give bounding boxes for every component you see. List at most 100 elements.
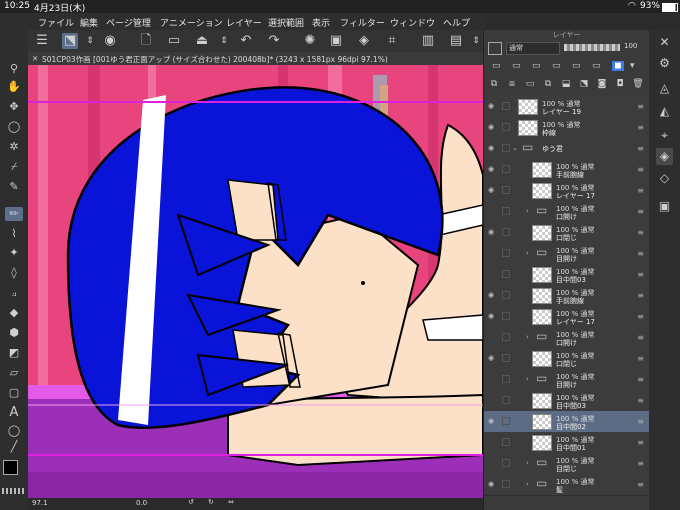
layer-color-icon[interactable] xyxy=(488,42,502,55)
layer-palette-icon[interactable]: ◈ xyxy=(656,148,673,165)
layer-menu-icon[interactable]: ≡ xyxy=(637,144,644,153)
layer-lock-checkbox[interactable] xyxy=(502,438,510,446)
eyedropper-icon[interactable]: ⌿ xyxy=(5,160,23,174)
ruler-tool-icon[interactable]: ╱ xyxy=(5,440,23,454)
layer-lock-checkbox[interactable] xyxy=(502,354,510,362)
layer-folder-row[interactable]: › ▭ 100 % 通常 目閉じ ≡ xyxy=(484,453,649,475)
layer-folder-row[interactable]: ◉ › ▭ 100 % 通常髪 ≡ xyxy=(484,474,649,496)
reference-icon[interactable]: ▭ xyxy=(512,61,521,71)
lasso-tool-icon[interactable]: ◯ xyxy=(5,120,23,134)
layer-row[interactable]: ◉ 100 % 通常 手前腕線 ≡ xyxy=(484,285,649,307)
sub-tool-icon[interactable]: ⌖ xyxy=(656,127,673,144)
layer-menu-icon[interactable]: ≡ xyxy=(637,396,644,405)
menu-window[interactable]: ウィンドウ xyxy=(390,16,435,29)
fill-icon[interactable]: ◈ xyxy=(356,33,372,49)
layer-lock-checkbox[interactable] xyxy=(502,102,510,110)
pen-tool-icon[interactable]: ✎ xyxy=(5,180,23,194)
mask-add-icon[interactable]: ◙ xyxy=(596,78,608,90)
layer-menu-icon[interactable]: ≡ xyxy=(637,291,644,300)
mask-icon[interactable]: ▭ xyxy=(572,61,581,71)
layer-menu-icon[interactable]: ≡ xyxy=(637,249,644,258)
layer-row[interactable]: 100 % 通常 目中間03 ≡ xyxy=(484,264,649,286)
selection-stepper-icon[interactable]: ⇕ xyxy=(468,33,484,49)
clear-icon[interactable]: ▣ xyxy=(328,33,344,49)
layer-lock-checkbox[interactable] xyxy=(502,207,510,215)
layer-row[interactable]: ◉ 100 % 通常 口閉じ ≡ xyxy=(484,348,649,370)
layer-menu-icon[interactable]: ≡ xyxy=(637,270,644,279)
menu-selection[interactable]: 選択範囲 xyxy=(268,16,304,29)
layer-list[interactable]: ◉ 100 % 通常 レイヤー 19 ≡ ◉ 100 % 通常 枠線 ≡ ◉ ⌄ ▭ ゆう君 ≡ ◉ 100… xyxy=(484,96,649,510)
zoom-value[interactable]: 97.1 xyxy=(32,499,48,507)
menu-filter[interactable]: フィルター xyxy=(340,16,385,29)
menu-help[interactable]: ヘルプ xyxy=(443,16,470,29)
save-icon[interactable]: ⏏ xyxy=(194,33,210,49)
layer-folder-row[interactable]: ◉ ⌄ ▭ ゆう君 ≡ xyxy=(484,138,649,160)
visibility-eye-icon[interactable] xyxy=(488,438,497,446)
layer-menu-icon[interactable]: ≡ xyxy=(637,375,644,384)
layer-row[interactable]: ◉ 100 % 通常 目中間02 ≡ xyxy=(484,411,649,433)
selection-icon[interactable]: ▤ xyxy=(448,33,464,49)
magic-wand-icon[interactable]: ✲ xyxy=(5,140,23,154)
layer-lock-checkbox[interactable] xyxy=(502,123,510,131)
rotate-left-icon[interactable]: ↺ xyxy=(188,498,194,506)
new-file-icon[interactable]: 🗋 xyxy=(138,33,154,49)
folder-expand-icon[interactable]: › xyxy=(526,207,529,215)
visibility-eye-icon[interactable]: ◉ xyxy=(488,123,497,131)
visibility-eye-icon[interactable] xyxy=(488,333,497,341)
fill-tool-icon[interactable]: ◆ xyxy=(5,306,23,320)
layer-property-icon[interactable]: ◇ xyxy=(656,170,673,187)
document-tab[interactable]: ✕ S01CP03作画 [001ゆう君正面アップ (サイズ合わせた) 20040… xyxy=(28,52,485,65)
layer-color-active-icon[interactable]: ◼ xyxy=(612,61,624,71)
navigator-palette-icon[interactable]: ▣ xyxy=(656,198,673,215)
blend-mode-select[interactable]: 通常 xyxy=(506,42,560,55)
layer-lock-checkbox[interactable] xyxy=(502,228,510,236)
undo-icon[interactable]: ↶ xyxy=(238,33,254,49)
new-folder-icon[interactable]: ▭ xyxy=(524,78,536,90)
menu-layer[interactable]: レイヤー xyxy=(226,16,262,29)
transform-icon[interactable]: ▥ xyxy=(420,33,436,49)
fill-bucket-icon[interactable]: ⬢ xyxy=(5,326,23,340)
blend-tool-icon[interactable]: ⟓ xyxy=(5,286,23,300)
clip-icon[interactable]: ▭ xyxy=(492,61,501,71)
navigator-icon[interactable]: ⬔ xyxy=(62,33,78,49)
layer-menu-icon[interactable]: ≡ xyxy=(637,333,644,342)
layer-row[interactable]: ◉ 100 % 通常 手前腕線 ≡ xyxy=(484,159,649,181)
loading-spinner-icon[interactable]: ✺ xyxy=(302,33,318,49)
eye-icon[interactable]: ◉ xyxy=(102,33,118,49)
layer-lock-checkbox[interactable] xyxy=(502,333,510,341)
angle-value[interactable]: 0.0 xyxy=(136,499,147,507)
menu-animation[interactable]: アニメーション xyxy=(160,16,223,29)
transparent-color-swatch[interactable] xyxy=(2,488,24,494)
layer-lock-checkbox[interactable] xyxy=(502,459,510,467)
layer-lock-checkbox[interactable] xyxy=(502,417,510,425)
save-stepper-icon[interactable]: ⇕ xyxy=(216,33,232,49)
layer-menu-icon[interactable]: ≡ xyxy=(637,459,644,468)
redo-icon[interactable]: ↷ xyxy=(266,33,282,49)
folder-expand-icon[interactable]: ⌄ xyxy=(512,144,518,152)
new-vector-layer-icon[interactable]: ⧈ xyxy=(506,78,518,90)
folder-expand-icon[interactable]: › xyxy=(526,333,529,341)
layer-row[interactable]: ◉ 100 % 通常 レイヤー 17 ≡ xyxy=(484,306,649,328)
layer-folder-row[interactable]: › ▭ 100 % 通常 口開け ≡ xyxy=(484,201,649,223)
layer-lock-checkbox[interactable] xyxy=(502,312,510,320)
main-color-swatch[interactable] xyxy=(3,460,18,475)
layer-menu-icon[interactable]: ≡ xyxy=(637,186,644,195)
layer-lock-checkbox[interactable] xyxy=(502,291,510,299)
hand-tool-icon[interactable]: ✋ xyxy=(5,80,23,94)
layer-lock-checkbox[interactable] xyxy=(502,249,510,257)
brush-tool-icon[interactable]: ⌇ xyxy=(5,227,23,241)
airbrush-tool-icon[interactable]: ✦ xyxy=(5,246,23,260)
visibility-eye-icon[interactable] xyxy=(488,249,497,257)
layer-row[interactable]: ◉ 100 % 通常 レイヤー 17 ≡ xyxy=(484,180,649,202)
text-tool-icon[interactable]: A xyxy=(5,406,23,420)
visibility-eye-icon[interactable]: ◉ xyxy=(488,354,497,362)
layer-menu-icon[interactable]: ≡ xyxy=(637,438,644,447)
balloon-tool-icon[interactable]: ◯ xyxy=(5,424,23,438)
zoom-tool-icon[interactable]: ⚲ xyxy=(5,62,23,76)
layer-menu-icon[interactable]: ≡ xyxy=(637,102,644,111)
lock-alpha-icon[interactable]: ▭ xyxy=(552,61,561,71)
menu-page[interactable]: ページ管理 xyxy=(106,16,151,29)
folder-expand-icon[interactable]: › xyxy=(526,249,529,257)
menu-edit[interactable]: 編集 xyxy=(80,16,98,29)
layer-lock-checkbox[interactable] xyxy=(502,165,510,173)
